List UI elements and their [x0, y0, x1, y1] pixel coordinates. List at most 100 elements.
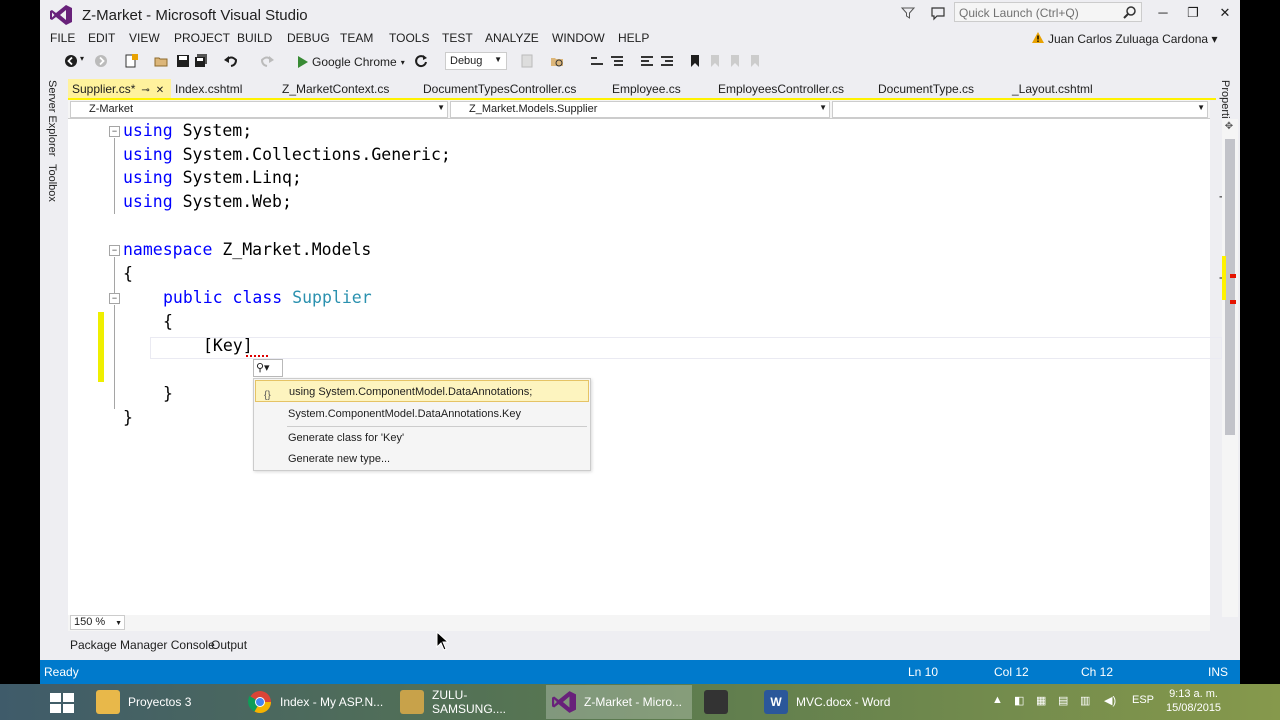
column-number: Col 12 [994, 665, 1029, 679]
menu-edit[interactable]: EDIT [88, 31, 115, 45]
action-center-icon[interactable]: ▤ [1058, 694, 1068, 707]
quick-action-generate-type[interactable]: Generate new type... [255, 448, 589, 470]
collapse-usings-toggle[interactable]: − [109, 126, 120, 137]
menu-help[interactable]: HELP [618, 31, 649, 45]
back-icon[interactable] [64, 54, 78, 68]
taskbar-item-camera[interactable] [698, 685, 752, 719]
back-dropdown-icon[interactable]: ▾ [80, 54, 94, 68]
menu-analyze[interactable]: ANALYZE [485, 31, 539, 45]
save-all-icon[interactable] [194, 54, 208, 68]
tab-employees-controller[interactable]: EmployeesController.cs [714, 79, 848, 98]
quick-action-generate-class[interactable]: Generate class for 'Key' [255, 427, 589, 449]
zoom-select[interactable]: 150 % ▼ [70, 615, 125, 630]
feedback-icon[interactable] [930, 5, 946, 21]
code-line-5: namespace Z_Market.Models [123, 240, 372, 259]
search-icon[interactable] [1123, 5, 1137, 19]
quick-action-add-using[interactable]: {} using System.ComponentModel.DataAnnot… [255, 380, 589, 402]
left-border [0, 0, 40, 684]
menu-window[interactable]: WINDOW [552, 31, 605, 45]
maximize-button[interactable]: ❐ [1184, 4, 1202, 22]
tray-app-icon[interactable]: ◧ [1014, 694, 1024, 707]
project-select[interactable]: Z-Market ▼ [70, 101, 448, 118]
refresh-icon[interactable] [414, 54, 428, 68]
step-over-icon[interactable] [590, 54, 604, 68]
uncomment-icon[interactable] [660, 54, 674, 68]
menu-project[interactable]: PROJECT [174, 31, 230, 45]
network-icon[interactable]: ▦ [1036, 694, 1046, 707]
volume-icon[interactable]: ◀) [1104, 694, 1116, 707]
collapse-class-toggle[interactable]: − [109, 293, 120, 304]
close-tab-icon[interactable]: ✕ [156, 85, 164, 96]
prev-bookmark-icon[interactable] [708, 54, 722, 68]
code-editor[interactable]: − − − using System; using System.Collect… [68, 119, 1238, 631]
power-icon[interactable]: ▥ [1080, 694, 1090, 707]
forward-icon[interactable] [94, 54, 108, 68]
save-icon[interactable] [176, 54, 190, 68]
menu-file[interactable]: FILE [50, 31, 75, 45]
step-into-icon[interactable] [610, 54, 624, 68]
taskbar-item-chrome[interactable]: Index - My ASP.N... [242, 685, 388, 719]
menu-tools[interactable]: TOOLS [389, 31, 429, 45]
taskbar-item-word[interactable]: W MVC.docx - Word [758, 685, 904, 719]
solution-configuration-select[interactable]: Debug ▼ [445, 52, 507, 70]
scrollbar-change-marker [1222, 256, 1226, 300]
taskbar-label: ZULU-SAMSUNG.... [432, 688, 507, 716]
comment-icon[interactable] [640, 54, 654, 68]
menu-debug[interactable]: DEBUG [287, 31, 330, 45]
windows-start-icon[interactable] [48, 691, 76, 715]
tab-package-manager-console[interactable]: Package Manager Console [69, 638, 216, 652]
menu-view[interactable]: VIEW [129, 31, 160, 45]
warning-icon[interactable] [1032, 32, 1044, 44]
close-button[interactable]: ✕ [1216, 4, 1234, 22]
tab-index-cshtml[interactable]: Index.cshtml [171, 79, 246, 98]
user-account[interactable]: Juan Carlos Zuluaga Cardona ▾ [1048, 32, 1217, 46]
language-indicator[interactable]: ESP [1132, 694, 1154, 706]
pin-icon[interactable]: ⊸ [141, 85, 149, 96]
find-icon[interactable] [520, 54, 534, 68]
tab-employee[interactable]: Employee.cs [608, 79, 685, 98]
tab-document-types-controller[interactable]: DocumentTypesController.cs [419, 79, 580, 98]
toolbox-tab[interactable]: Toolbox [46, 164, 58, 202]
tab-output[interactable]: Output [210, 638, 248, 652]
quick-launch-input[interactable]: Quick Launch (Ctrl+Q) [954, 2, 1142, 22]
taskbar-item-proyectos[interactable]: Proyectos 3 [90, 685, 236, 719]
line-number: Ln 10 [908, 665, 939, 679]
collapse-namespace-toggle[interactable]: − [109, 245, 120, 256]
redo-icon[interactable] [260, 54, 274, 68]
bookmark-icon[interactable] [688, 54, 702, 68]
horizontal-scrollbar[interactable]: 150 % ▼ [68, 615, 1210, 631]
menu-team[interactable]: TEAM [340, 31, 373, 45]
new-project-icon[interactable] [124, 54, 138, 68]
scrollbar-thumb[interactable] [1225, 139, 1235, 435]
taskbar-item-zulu-samsung[interactable]: ZULU-SAMSUNG.... [394, 685, 540, 719]
clock-time: 9:13 a. m. [1169, 688, 1218, 700]
char-number: Ch 12 [1081, 665, 1114, 679]
open-file-icon[interactable] [154, 54, 168, 68]
tab-supplier-cs[interactable]: Supplier.cs* ⊸ ✕ [68, 79, 171, 98]
server-explorer-tab[interactable]: Server Explorer [46, 80, 58, 156]
tab-layout-cshtml[interactable]: _Layout.cshtml [1008, 79, 1097, 98]
tab-z-market-context[interactable]: Z_MarketContext.cs [278, 79, 393, 98]
quick-actions-button[interactable]: ⚲▾ [253, 359, 283, 377]
notification-filter-icon[interactable] [900, 5, 916, 21]
clock[interactable]: 9:13 a. m. 15/08/2015 [1166, 687, 1221, 715]
undo-icon[interactable] [224, 54, 238, 68]
clear-bookmarks-icon[interactable] [748, 54, 762, 68]
quick-action-fully-qualify[interactable]: System.ComponentModel.DataAnnotations.Ke… [255, 403, 589, 425]
member-select[interactable]: ▼ [832, 101, 1208, 118]
menu-test[interactable]: TEST [442, 31, 473, 45]
scrollbar-error-marker [1230, 300, 1236, 304]
next-bookmark-icon[interactable] [728, 54, 742, 68]
find-in-files-icon[interactable] [550, 54, 564, 68]
start-debugging-button[interactable]: Google Chrome ▾ [298, 53, 405, 71]
split-window-icon[interactable]: ✥ [1223, 122, 1235, 134]
menu-build[interactable]: BUILD [237, 31, 272, 45]
type-select[interactable]: Z_Market.Models.Supplier ▼ [450, 101, 830, 118]
taskbar-item-visual-studio[interactable]: Z-Market - Micro... [546, 685, 692, 719]
tab-document-type[interactable]: DocumentType.cs [874, 79, 978, 98]
navigation-bar: Z-Market ▼ Z_Market.Models.Supplier ▼ ▼ [68, 100, 1210, 119]
minimize-button[interactable]: ─ [1154, 4, 1172, 22]
code-line-1: using System; [123, 121, 253, 140]
show-hidden-icons[interactable]: ▲ [992, 694, 1003, 706]
vertical-scrollbar[interactable] [1222, 119, 1238, 617]
